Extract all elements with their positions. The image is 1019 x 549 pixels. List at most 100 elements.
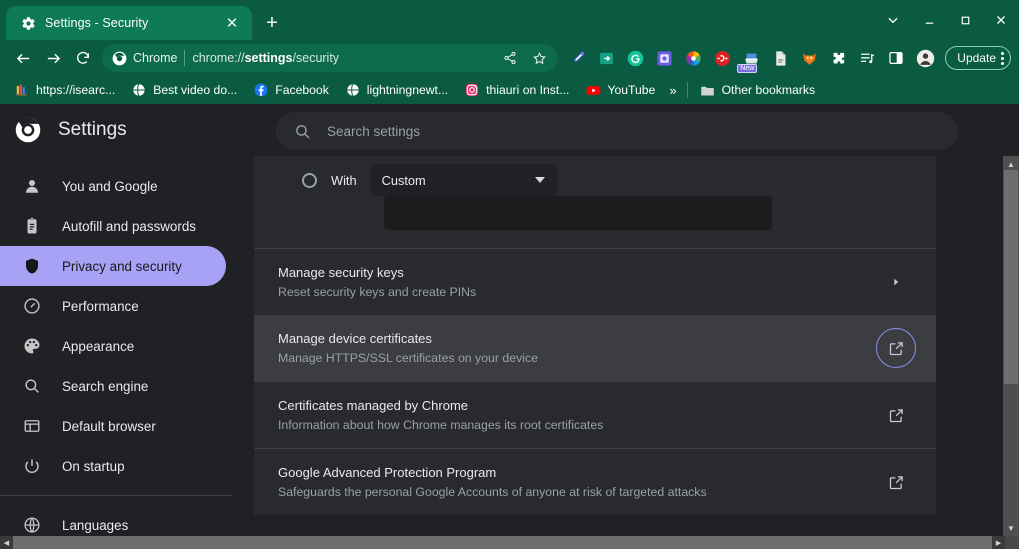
globe-icon bbox=[345, 82, 361, 98]
palette-icon bbox=[22, 336, 42, 356]
page-scrollbar[interactable]: ▲ ▼ bbox=[1003, 156, 1019, 549]
person-icon bbox=[22, 176, 42, 196]
external-link-icon[interactable] bbox=[876, 462, 916, 502]
scanner-icon[interactable]: New bbox=[737, 45, 764, 73]
scroll-left-arrow-icon[interactable]: ◀ bbox=[0, 536, 13, 549]
close-button[interactable] bbox=[983, 2, 1019, 38]
sidebar-divider bbox=[0, 495, 232, 496]
page-scrollbar-thumb[interactable] bbox=[1004, 170, 1018, 384]
search-placeholder: Search settings bbox=[327, 123, 421, 139]
chrome-menu-icon[interactable] bbox=[1001, 51, 1004, 65]
search-icon bbox=[294, 123, 311, 140]
chevron-right-icon[interactable] bbox=[876, 262, 916, 302]
row-text: Manage security keys Reset security keys… bbox=[278, 265, 476, 299]
radio-label: With bbox=[331, 172, 357, 188]
playlist-icon[interactable] bbox=[854, 45, 880, 71]
chrome-chip-label: Chrome bbox=[133, 51, 178, 65]
bookmark-item[interactable]: lightningnewt... bbox=[337, 79, 456, 101]
minimize-button[interactable] bbox=[911, 2, 947, 38]
back-button[interactable] bbox=[8, 43, 38, 73]
sidebar-item-privacy-and-security[interactable]: Privacy and security bbox=[0, 246, 226, 286]
horizontal-scrollbar-thumb[interactable] bbox=[13, 536, 992, 549]
bookmarks-overflow-button[interactable]: » bbox=[663, 83, 682, 98]
settings-main-panel: With Custom Manage security keys Reset s… bbox=[232, 156, 1019, 549]
bookmark-item[interactable]: https://isearc... bbox=[6, 79, 123, 101]
external-link-icon[interactable] bbox=[876, 328, 916, 368]
row-subtitle: Reset security keys and create PINs bbox=[278, 285, 477, 299]
update-label: Update bbox=[957, 51, 996, 65]
chrome-logo-icon bbox=[14, 116, 42, 144]
url-text: chrome://settings/security bbox=[192, 51, 340, 65]
other-bookmarks-button[interactable]: Other bookmarks bbox=[692, 79, 823, 101]
browser-tab-settings-security[interactable]: Settings - Security ✕ bbox=[6, 6, 252, 40]
clipboard-icon bbox=[22, 216, 42, 236]
chevron-down-icon[interactable] bbox=[875, 2, 911, 38]
sidebar-item-performance[interactable]: Performance bbox=[0, 286, 226, 326]
folder-icon bbox=[700, 82, 716, 98]
new-tab-button[interactable]: + bbox=[258, 9, 286, 37]
side-panel-icon[interactable] bbox=[883, 45, 909, 71]
youtube-icon bbox=[585, 82, 601, 98]
sidebar-item-label: You and Google bbox=[62, 178, 158, 194]
save-arrow-icon[interactable] bbox=[593, 45, 619, 71]
reload-button[interactable] bbox=[68, 43, 98, 73]
facebook-icon bbox=[253, 82, 269, 98]
custom-dns-block: With Custom bbox=[254, 156, 936, 248]
bookmark-item[interactable]: thiauri on Inst... bbox=[456, 79, 577, 101]
avatar-icon[interactable] bbox=[912, 45, 938, 71]
sidebar-item-on-startup[interactable]: On startup bbox=[0, 446, 226, 486]
bookmark-item[interactable]: Best video do... bbox=[123, 79, 245, 101]
adblock-icon[interactable] bbox=[709, 45, 735, 71]
custom-provider-select[interactable]: Custom bbox=[370, 164, 557, 196]
scroll-right-arrow-icon[interactable]: ▶ bbox=[992, 536, 1005, 549]
browser-window-icon bbox=[22, 416, 42, 436]
sidebar-item-default-browser[interactable]: Default browser bbox=[0, 406, 226, 446]
address-bar[interactable]: Chrome chrome://settings/security bbox=[102, 44, 559, 72]
sidebar-item-label: Privacy and security bbox=[62, 258, 182, 274]
radio-with-custom-row[interactable]: With Custom bbox=[302, 164, 557, 196]
sidebar-item-label: On startup bbox=[62, 458, 125, 474]
bookmarks-bar: https://isearc... Best video do... Faceb… bbox=[0, 76, 1019, 104]
forward-button[interactable] bbox=[38, 43, 68, 73]
sidebar-item-you-and-google[interactable]: You and Google bbox=[0, 166, 226, 206]
radio-button[interactable] bbox=[302, 172, 317, 188]
instagram-icon bbox=[464, 82, 480, 98]
row-manage-device-certificates[interactable]: Manage device certificates Manage HTTPS/… bbox=[254, 315, 936, 381]
sidebar-item-label: Languages bbox=[62, 517, 129, 533]
external-link-icon[interactable] bbox=[876, 395, 916, 435]
scroll-down-arrow-icon[interactable]: ▼ bbox=[1003, 520, 1019, 536]
resize-grip[interactable] bbox=[1005, 536, 1019, 549]
sidebar-item-autofill-and-passwords[interactable]: Autofill and passwords bbox=[0, 206, 226, 246]
maximize-button[interactable] bbox=[947, 2, 983, 38]
fox-icon[interactable] bbox=[796, 45, 822, 71]
bookmark-label: Facebook bbox=[275, 83, 329, 97]
row-text: Manage device certificates Manage HTTPS/… bbox=[278, 331, 538, 365]
sidebar-item-appearance[interactable]: Appearance bbox=[0, 326, 226, 366]
row-manage-security-keys[interactable]: Manage security keys Reset security keys… bbox=[254, 249, 936, 315]
row-text: Google Advanced Protection Program Safeg… bbox=[278, 465, 707, 499]
other-bookmarks-label: Other bookmarks bbox=[721, 83, 816, 97]
update-button[interactable]: Update bbox=[945, 46, 1011, 70]
horizontal-scrollbar[interactable]: ◀ ▶ bbox=[0, 536, 1019, 549]
close-icon[interactable]: ✕ bbox=[222, 13, 242, 33]
settings-header: Settings Search settings bbox=[0, 104, 1019, 156]
color-wheel-icon[interactable] bbox=[680, 45, 706, 71]
search-input[interactable]: Search settings bbox=[276, 112, 958, 150]
sidebar-item-label: Autofill and passwords bbox=[62, 218, 196, 234]
document-icon[interactable] bbox=[767, 45, 793, 71]
gear-icon bbox=[20, 15, 36, 31]
row-certificates-managed-by-chrome[interactable]: Certificates managed by Chrome Informati… bbox=[254, 382, 936, 448]
grammarly-g-icon[interactable] bbox=[622, 45, 648, 71]
custom-provider-input[interactable] bbox=[384, 196, 772, 230]
share-icon[interactable] bbox=[499, 47, 521, 69]
row-text: Certificates managed by Chrome Informati… bbox=[278, 398, 603, 432]
eyedropper-icon[interactable] bbox=[564, 45, 590, 71]
puzzle-icon[interactable] bbox=[825, 45, 851, 71]
screenshot-icon[interactable] bbox=[651, 45, 677, 71]
sidebar-item-search-engine[interactable]: Search engine bbox=[0, 366, 226, 406]
star-icon[interactable] bbox=[528, 47, 550, 69]
row-google-advanced-protection-program[interactable]: Google Advanced Protection Program Safeg… bbox=[254, 449, 936, 515]
bookmark-item[interactable]: YouTube bbox=[577, 79, 663, 101]
globe-icon bbox=[131, 82, 147, 98]
bookmark-item[interactable]: Facebook bbox=[245, 79, 337, 101]
